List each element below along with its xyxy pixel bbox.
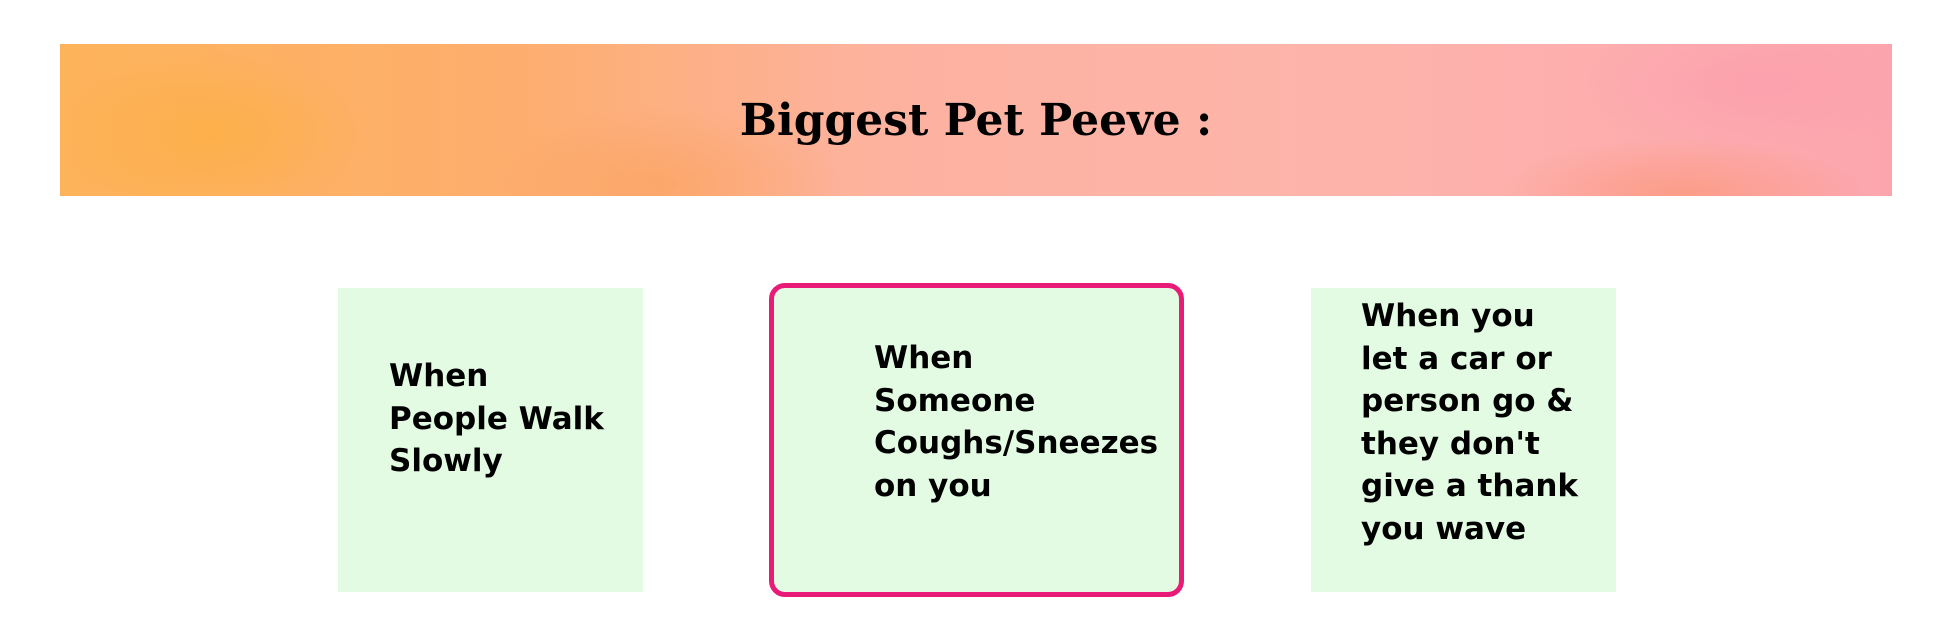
answer-card-walk-slowly[interactable]: When People Walk Slowly	[338, 288, 643, 592]
card-label: When People Walk Slowly	[389, 358, 604, 479]
page: Biggest Pet Peeve : When People Walk Slo…	[0, 0, 1958, 638]
answer-card-thank-you-wave[interactable]: When you let a car or person go & they d…	[1311, 288, 1616, 592]
page-title: Biggest Pet Peeve :	[739, 94, 1213, 146]
card-label: When you let a car or person go & they d…	[1361, 298, 1579, 547]
answer-card-cough-sneeze[interactable]: When Someone Coughs/Sneezes on you	[769, 283, 1184, 597]
header-banner: Biggest Pet Peeve :	[60, 44, 1892, 196]
card-label: When Someone Coughs/Sneezes on you	[874, 340, 1159, 504]
